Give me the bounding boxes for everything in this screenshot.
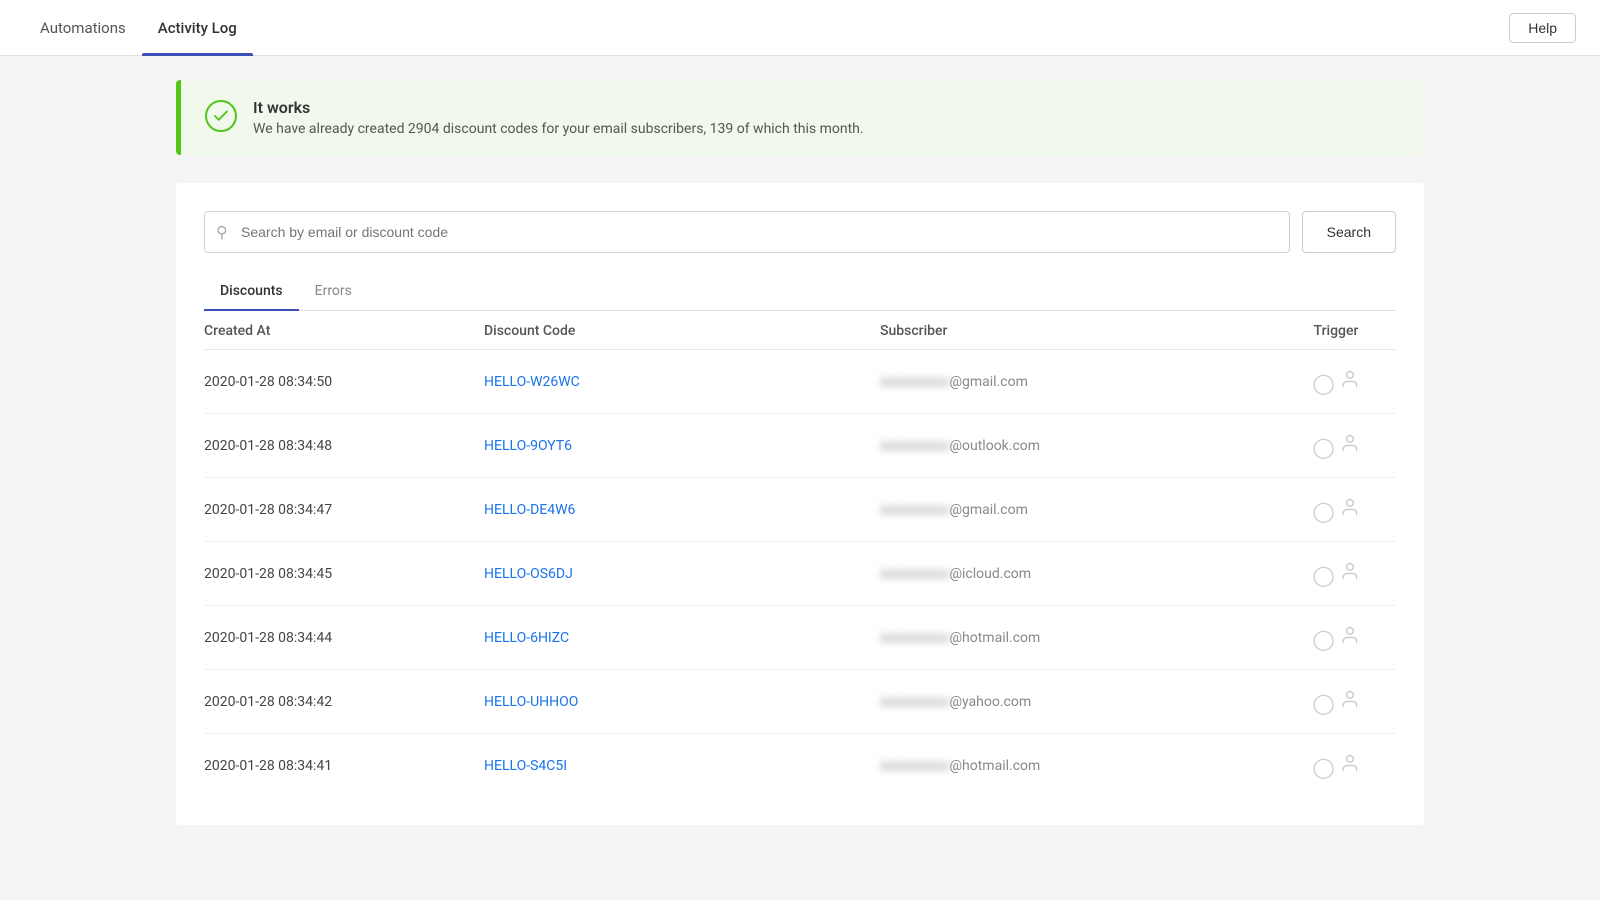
cell-trigger: ◯ xyxy=(1276,496,1396,523)
top-nav: Automations Activity Log Help xyxy=(0,0,1600,56)
cell-trigger: ◯ xyxy=(1276,560,1396,587)
search-row: ⚲ Search xyxy=(204,211,1396,253)
banner-text: It works We have already created 2904 di… xyxy=(253,98,864,137)
cell-created-at: 2020-01-28 08:34:47 xyxy=(204,502,484,518)
cell-created-at: 2020-01-28 08:34:44 xyxy=(204,630,484,646)
cell-discount-code[interactable]: HELLO-UHHOO xyxy=(484,694,880,710)
subscriber-prefix: xxxxxxxxxx xyxy=(880,438,949,454)
search-input[interactable] xyxy=(204,211,1290,253)
cell-trigger: ◯ xyxy=(1276,432,1396,459)
banner-title: It works xyxy=(253,98,864,117)
search-icon: ⚲ xyxy=(216,223,228,242)
person-icon: ◯ xyxy=(1312,560,1359,587)
col-trigger: Trigger xyxy=(1276,323,1396,339)
subscriber-domain: @icloud.com xyxy=(949,566,1031,582)
cell-trigger: ◯ xyxy=(1276,624,1396,651)
subscriber-domain: @hotmail.com xyxy=(949,630,1040,646)
table-header: Created At Discount Code Subscriber Trig… xyxy=(204,311,1396,350)
page-content: It works We have already created 2904 di… xyxy=(152,56,1448,849)
success-icon xyxy=(205,100,237,132)
col-created-at: Created At xyxy=(204,323,484,339)
cell-subscriber: xxxxxxxxxx@yahoo.com xyxy=(880,694,1276,710)
cell-discount-code[interactable]: HELLO-DE4W6 xyxy=(484,502,880,518)
person-icon: ◯ xyxy=(1312,752,1359,779)
subscriber-domain: @gmail.com xyxy=(949,374,1027,390)
table-row: 2020-01-28 08:34:42 HELLO-UHHOO xxxxxxxx… xyxy=(204,670,1396,734)
cell-discount-code[interactable]: HELLO-S4C5I xyxy=(484,758,880,774)
col-discount-code: Discount Code xyxy=(484,323,880,339)
table-row: 2020-01-28 08:34:45 HELLO-OS6DJ xxxxxxxx… xyxy=(204,542,1396,606)
cell-subscriber: xxxxxxxxxx@gmail.com xyxy=(880,374,1276,390)
banner-body: We have already created 2904 discount co… xyxy=(253,121,864,137)
discounts-table: Created At Discount Code Subscriber Trig… xyxy=(204,311,1396,797)
person-icon: ◯ xyxy=(1312,688,1359,715)
table-row: 2020-01-28 08:34:50 HELLO-W26WC xxxxxxxx… xyxy=(204,350,1396,414)
table-row: 2020-01-28 08:34:48 HELLO-9OYT6 xxxxxxxx… xyxy=(204,414,1396,478)
main-panel: ⚲ Search Discounts Errors Created At Dis… xyxy=(176,183,1424,825)
subscriber-prefix: xxxxxxxxxx xyxy=(880,502,949,518)
subscriber-prefix: xxxxxxxxxx xyxy=(880,694,949,710)
nav-item-automations[interactable]: Automations xyxy=(24,0,142,56)
cell-discount-code[interactable]: HELLO-6HIZC xyxy=(484,630,880,646)
person-icon: ◯ xyxy=(1312,432,1359,459)
cell-created-at: 2020-01-28 08:34:45 xyxy=(204,566,484,582)
table-row: 2020-01-28 08:34:47 HELLO-DE4W6 xxxxxxxx… xyxy=(204,478,1396,542)
cell-created-at: 2020-01-28 08:34:50 xyxy=(204,374,484,390)
person-icon: ◯ xyxy=(1312,624,1359,651)
cell-trigger: ◯ xyxy=(1276,752,1396,779)
cell-subscriber: xxxxxxxxxx@hotmail.com xyxy=(880,758,1276,774)
table-row: 2020-01-28 08:34:44 HELLO-6HIZC xxxxxxxx… xyxy=(204,606,1396,670)
cell-discount-code[interactable]: HELLO-W26WC xyxy=(484,374,880,390)
cell-subscriber: xxxxxxxxxx@hotmail.com xyxy=(880,630,1276,646)
cell-created-at: 2020-01-28 08:34:42 xyxy=(204,694,484,710)
subscriber-prefix: xxxxxxxxxx xyxy=(880,374,949,390)
cell-created-at: 2020-01-28 08:34:48 xyxy=(204,438,484,454)
cell-subscriber: xxxxxxxxxx@outlook.com xyxy=(880,438,1276,454)
subscriber-prefix: xxxxxxxxxx xyxy=(880,566,949,582)
tabs: Discounts Errors xyxy=(204,273,1396,311)
subscriber-prefix: xxxxxxxxxx xyxy=(880,758,949,774)
subscriber-domain: @outlook.com xyxy=(949,438,1040,454)
person-icon: ◯ xyxy=(1312,368,1359,395)
table-row: 2020-01-28 08:34:41 HELLO-S4C5I xxxxxxxx… xyxy=(204,734,1396,797)
search-button[interactable]: Search xyxy=(1302,211,1396,253)
subscriber-domain: @hotmail.com xyxy=(949,758,1040,774)
help-button[interactable]: Help xyxy=(1509,13,1576,43)
table-body: 2020-01-28 08:34:50 HELLO-W26WC xxxxxxxx… xyxy=(204,350,1396,797)
col-subscriber: Subscriber xyxy=(880,323,1276,339)
person-icon: ◯ xyxy=(1312,496,1359,523)
cell-discount-code[interactable]: HELLO-OS6DJ xyxy=(484,566,880,582)
tab-errors[interactable]: Errors xyxy=(299,273,368,311)
cell-trigger: ◯ xyxy=(1276,368,1396,395)
subscriber-domain: @gmail.com xyxy=(949,502,1027,518)
tab-discounts[interactable]: Discounts xyxy=(204,273,299,311)
search-input-wrap: ⚲ xyxy=(204,211,1290,253)
cell-subscriber: xxxxxxxxxx@gmail.com xyxy=(880,502,1276,518)
cell-trigger: ◯ xyxy=(1276,688,1396,715)
success-banner: It works We have already created 2904 di… xyxy=(176,80,1424,155)
subscriber-prefix: xxxxxxxxxx xyxy=(880,630,949,646)
cell-created-at: 2020-01-28 08:34:41 xyxy=(204,758,484,774)
cell-subscriber: xxxxxxxxxx@icloud.com xyxy=(880,566,1276,582)
subscriber-domain: @yahoo.com xyxy=(949,694,1031,710)
nav-item-activity-log[interactable]: Activity Log xyxy=(142,0,253,56)
cell-discount-code[interactable]: HELLO-9OYT6 xyxy=(484,438,880,454)
